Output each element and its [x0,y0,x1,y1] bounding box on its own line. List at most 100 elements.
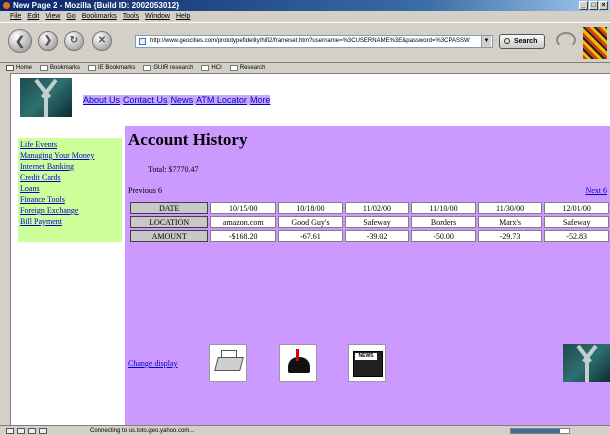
nav-contact-us[interactable]: Contact Us [123,95,168,105]
window-title: New Page 2 - Mozilla {Build ID: 20020530… [13,1,180,10]
table-cell: -50.00 [411,230,476,242]
menu-tools[interactable]: Tools [123,11,139,22]
status-icons [6,428,47,434]
folder-icon [143,65,152,71]
bookmark-research[interactable]: Research [229,63,265,73]
folder-icon [88,65,97,71]
table-row-location: LOCATION amazon.com Good Guy's Safeway B… [130,216,609,228]
table-cell: amazon.com [210,216,277,228]
table-cell: Good Guy's [278,216,343,228]
bank-logo-small[interactable] [563,344,610,382]
throbber-icon[interactable] [583,27,607,59]
table-cell: 10/18/00 [278,202,343,214]
folder-icon [229,65,238,71]
table-cell: 11/10/00 [411,202,476,214]
news-icon[interactable]: NEWS [348,344,386,382]
sidebar-item-loans[interactable]: Loans [20,183,120,194]
printer-icon[interactable] [209,344,247,382]
table-cell: Borders [411,216,476,228]
menu-bar: File Edit View Go Bookmarks Tools Window… [0,11,610,22]
account-total: Total: $7770.47 [148,165,199,174]
table-cell: -52.83 [544,230,609,242]
bookmark-ie-bookmarks[interactable]: IE Bookmarks [88,63,135,73]
sidebar-item-internet-banking[interactable]: Internet Banking [20,161,120,172]
search-icon [504,38,510,44]
table-cell: -29.73 [477,230,543,242]
forward-button[interactable]: ❯ [38,31,58,51]
page-icon [139,38,146,45]
sidebar-item-finance-tools[interactable]: Finance Tools [20,194,120,205]
menu-file[interactable]: File [10,11,21,22]
progress-bar [510,428,570,434]
navigator-icon[interactable] [6,428,14,434]
bookmark-guir-research[interactable]: GUIR research [143,63,193,73]
top-nav: About Us Contact Us News ATM Locator Mor… [83,95,271,105]
search-button[interactable]: Search [499,34,545,49]
nav-news[interactable]: News [171,95,194,105]
url-text: http://www.geocities.com/prototypefideli… [150,38,470,44]
menu-edit[interactable]: Edit [27,11,39,22]
address-book-icon[interactable] [39,428,47,434]
nav-about-us[interactable]: About Us [83,95,120,105]
table-row-date: DATE 10/15/00 10/18/00 11/02/00 11/10/00… [130,202,609,214]
mailbox-icon[interactable] [279,344,317,382]
row-header-date: DATE [130,202,209,214]
sidebar-item-bill-payment[interactable]: Bill Payment [20,216,120,227]
table-cell: Safeway [544,216,609,228]
bookmark-hci[interactable]: HCI [201,63,222,73]
maximize-button[interactable]: □ [589,1,598,10]
folder-icon [201,65,210,71]
stop-button[interactable]: ✕ [92,31,112,51]
menu-go[interactable]: Go [66,11,75,22]
menu-view[interactable]: View [45,11,60,22]
sidebar-item-life-events[interactable]: Life Events [20,139,120,150]
composer-icon[interactable] [28,428,36,434]
status-text: Connecting to us.toto.geo.yahoo.com... [90,428,195,434]
table-cell: Safeway [344,216,410,228]
table-cell: 12/01/00 [544,202,609,214]
reload-button[interactable]: ↻ [64,31,84,51]
url-input[interactable]: http://www.geocities.com/prototypefideli… [135,35,493,48]
sidebar: Life Events Managing Your Money Internet… [18,138,122,242]
menu-bookmarks[interactable]: Bookmarks [82,11,117,22]
change-display-link[interactable]: Change display [128,359,178,368]
sidebar-item-managing-your-money[interactable]: Managing Your Money [20,150,120,161]
table-cell: -67.61 [278,230,343,242]
menu-window[interactable]: Window [145,11,170,22]
nav-more[interactable]: More [250,95,271,105]
back-button[interactable]: ❮ [8,29,32,53]
row-header-location: LOCATION [130,216,209,228]
table-cell: -$168.20 [210,230,277,242]
minimize-button[interactable]: _ [579,1,588,10]
progress-fill [511,429,561,433]
row-header-amount: AMOUNT [130,230,209,242]
bookmark-bookmarks[interactable]: Bookmarks [40,63,80,73]
table-cell: -39.02 [344,230,410,242]
news-label: NEWS [355,353,377,360]
url-dropdown-button[interactable]: ▼ [481,36,491,47]
previous-6-label: Previous 6 [128,186,162,195]
bookmark-home[interactable]: Home [6,63,32,73]
table-cell: 11/30/00 [477,202,543,214]
print-icon[interactable] [556,32,576,48]
mail-icon[interactable] [17,428,25,434]
table-row-amount: AMOUNT -$168.20 -67.61 -39.02 -50.00 -29… [130,230,609,242]
account-history-table: DATE 10/15/00 10/18/00 11/02/00 11/10/00… [128,200,610,244]
page-title: Account History [128,130,248,149]
window-controls: _ □ × [579,1,608,10]
mozilla-icon [3,2,10,9]
page-content: About Us Contact Us News ATM Locator Mor… [10,73,610,425]
navigation-toolbar: ❮ ❯ ↻ ✕ http://www.geocities.com/prototy… [0,22,610,63]
nav-atm-locator[interactable]: ATM Locator [196,95,247,105]
menu-help[interactable]: Help [176,11,190,22]
next-6-link[interactable]: Next 6 [585,186,607,195]
sidebar-item-credit-cards[interactable]: Credit Cards [20,172,120,183]
bookmarks-toolbar: Home Bookmarks IE Bookmarks GUIR researc… [0,63,610,73]
bank-logo[interactable] [20,78,72,117]
status-bar: Connecting to us.toto.geo.yahoo.com... [0,425,610,435]
close-button[interactable]: × [599,1,608,10]
sidebar-item-foreign-exchange[interactable]: Foreign Exchange [20,205,120,216]
main-panel: Account History Total: $7770.47 Previous… [125,126,610,425]
folder-icon [40,65,49,71]
table-cell: 10/15/00 [210,202,277,214]
